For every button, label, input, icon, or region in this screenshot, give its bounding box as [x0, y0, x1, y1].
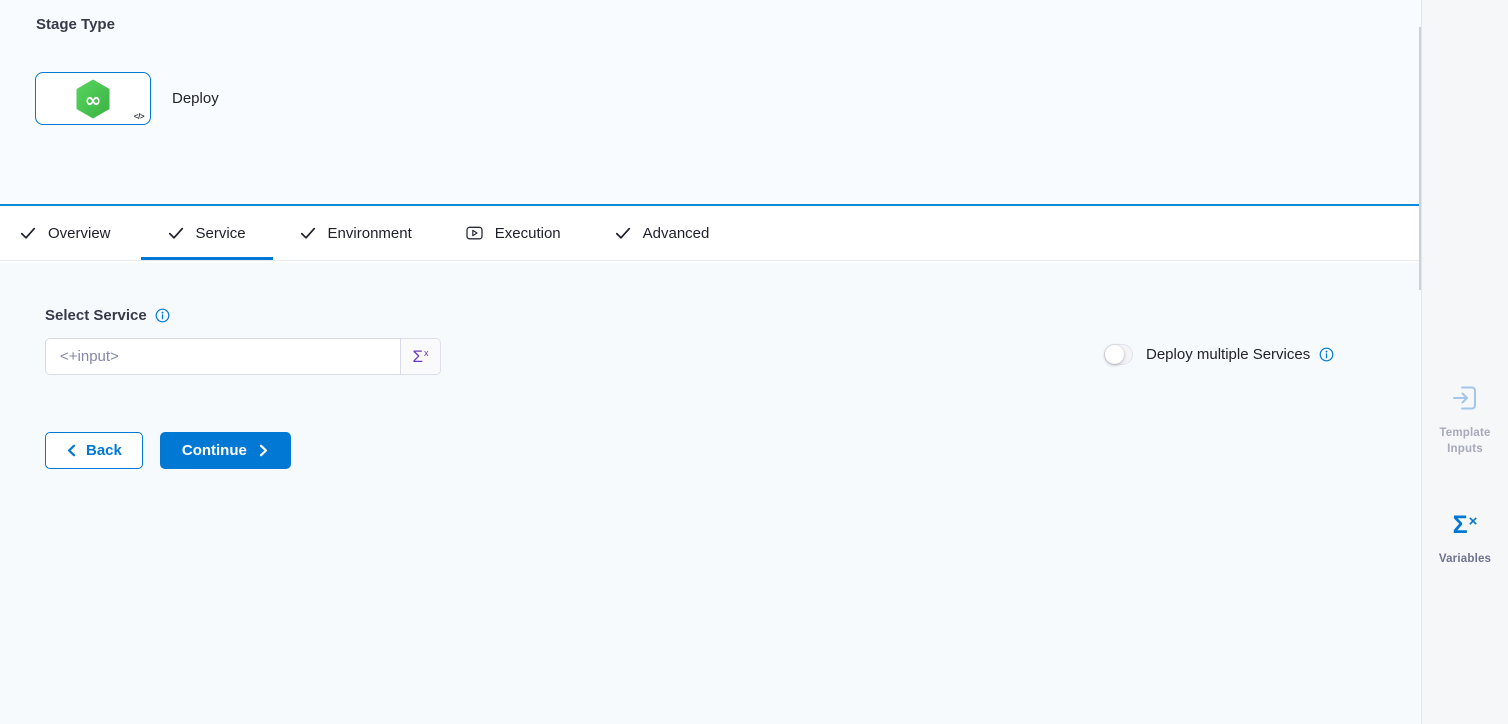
info-icon[interactable] — [155, 308, 170, 323]
template-inputs-icon — [1450, 383, 1480, 413]
tab-label: Execution — [495, 225, 561, 242]
tab-environment[interactable]: Environment — [273, 206, 439, 260]
tab-service[interactable]: Service — [141, 206, 273, 260]
deploy-multiple-services-toggle[interactable] — [1104, 344, 1133, 365]
service-tab-content: Select Service Σx — [0, 263, 1421, 724]
tab-label: Service — [196, 225, 246, 242]
play-box-icon — [466, 225, 483, 241]
stage-tabbar: Overview Service Environment — [0, 206, 1421, 261]
right-rail: Template Inputs Σ× Variables — [1421, 0, 1508, 724]
deploy-stage-icon: ∞ — [74, 78, 112, 120]
deploy-multiple-services-label: Deploy multiple Services — [1146, 346, 1334, 363]
variables-sigma-icon: Σ× — [1453, 508, 1478, 539]
variables-button[interactable]: Σ× Variables — [1422, 508, 1508, 568]
template-inputs-label: Template Inputs — [1436, 426, 1494, 457]
main-panel: Stage Type ∞ </> — [0, 0, 1421, 724]
stage-configuration-page: Stage Type ∞ </> — [0, 0, 1508, 724]
tab-overview[interactable]: Overview — [0, 206, 141, 260]
check-icon — [615, 225, 631, 241]
runtime-input-sigma-button[interactable]: Σx — [401, 338, 441, 375]
tab-label: Environment — [328, 225, 412, 242]
svg-text:∞: ∞ — [85, 88, 102, 112]
check-icon — [20, 225, 36, 241]
code-badge: </> — [134, 112, 144, 121]
check-icon — [168, 225, 184, 241]
variables-label: Variables — [1436, 552, 1494, 568]
toggle-knob — [1105, 345, 1124, 364]
info-icon[interactable] — [1319, 347, 1334, 362]
tab-label: Overview — [48, 225, 111, 242]
stage-type-title: Stage Type — [36, 16, 115, 33]
deploy-stage-card[interactable]: ∞ </> — [35, 72, 151, 125]
template-inputs-button[interactable]: Template Inputs — [1422, 383, 1508, 457]
stage-type-section: Stage Type ∞ </> — [0, 0, 1421, 206]
tab-advanced[interactable]: Advanced — [588, 206, 737, 260]
chevron-left-icon — [66, 444, 77, 457]
check-icon — [300, 225, 316, 241]
form-actions: Back Continue — [45, 432, 291, 469]
stage-name-label: Deploy — [172, 90, 219, 107]
back-button[interactable]: Back — [45, 432, 143, 469]
continue-button[interactable]: Continue — [160, 432, 291, 469]
tab-label: Advanced — [643, 225, 710, 242]
tab-execution[interactable]: Execution — [439, 206, 588, 260]
select-service-label: Select Service — [45, 307, 170, 324]
select-service-input[interactable] — [45, 338, 401, 375]
chevron-right-icon — [258, 444, 269, 457]
deploy-multiple-services-group: Deploy multiple Services — [1104, 344, 1334, 365]
select-service-input-group: Σx — [45, 338, 441, 375]
